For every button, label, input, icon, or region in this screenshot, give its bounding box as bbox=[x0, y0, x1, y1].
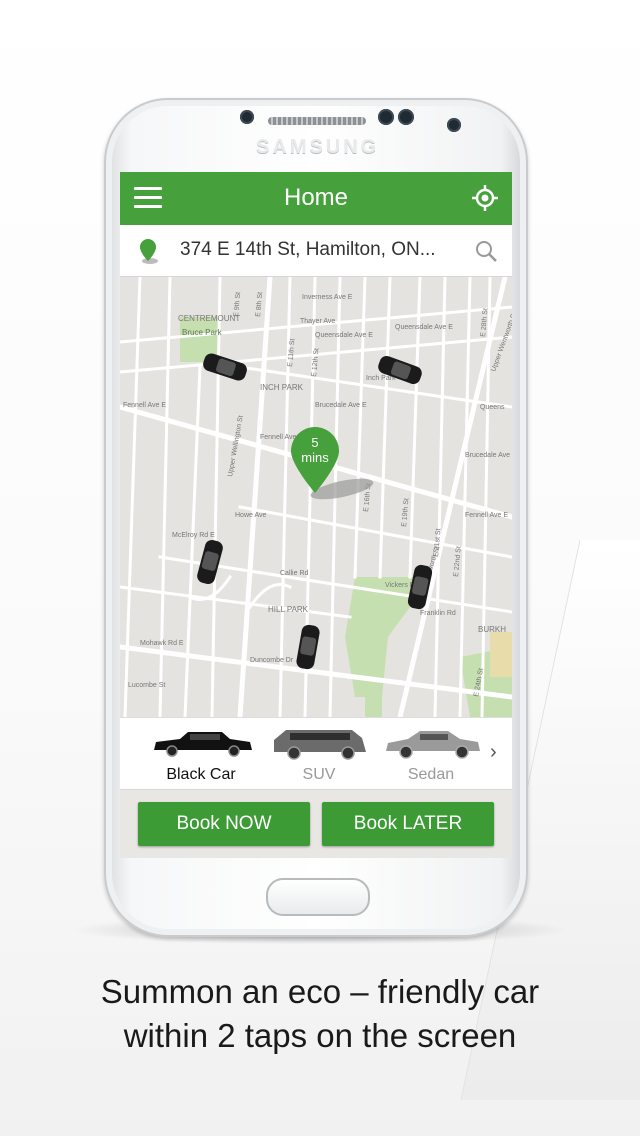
map-label: McElroy Rd E bbox=[172, 532, 215, 539]
map-label: Inverness Ave E bbox=[302, 294, 353, 301]
eta-unit: mins bbox=[301, 450, 329, 465]
car-type-label: SUV bbox=[302, 766, 336, 783]
map-label: Lucombe St bbox=[128, 682, 165, 689]
earpiece-speaker bbox=[268, 117, 366, 125]
map-label: Howe Ave bbox=[235, 512, 266, 519]
map-label: Mohawk Rd E bbox=[140, 640, 184, 647]
map-label: Queensdale Ave E bbox=[395, 324, 453, 331]
map-label: Callie Rd bbox=[280, 570, 309, 577]
car-type-label: Sedan bbox=[407, 766, 455, 783]
device-home-button bbox=[266, 878, 370, 916]
map-label: Queensdale Ave E bbox=[315, 332, 373, 339]
location-pin-icon bbox=[140, 239, 158, 264]
search-icon[interactable] bbox=[474, 239, 498, 263]
address-search-bar[interactable]: 374 E 14th St, Hamilton, ON... bbox=[120, 225, 512, 277]
map-label: Brucedale Ave E bbox=[315, 402, 367, 409]
sedan-icon bbox=[386, 731, 480, 759]
eta-value: 5 bbox=[311, 435, 318, 450]
app-header: Home bbox=[120, 172, 512, 225]
map-label: INCH PARK bbox=[260, 383, 304, 392]
map-label: Duncombe Dr bbox=[250, 657, 294, 664]
limousine-icon bbox=[154, 732, 252, 757]
app-screen: Home 374 E 14th St, Hamilton, ON... CENT… bbox=[120, 172, 512, 858]
car-type-sedan[interactable]: Sedan bbox=[372, 718, 490, 790]
hamburger-menu-icon[interactable] bbox=[134, 187, 162, 209]
map-label: CENTREMOUNT bbox=[178, 314, 240, 323]
car-type-black-car[interactable]: Black Car bbox=[142, 718, 260, 790]
promo-caption: Summon an eco – friendly car within 2 ta… bbox=[0, 970, 640, 1058]
page-title: Home bbox=[283, 184, 349, 211]
suv-icon bbox=[274, 730, 366, 760]
book-now-button[interactable]: Book NOW bbox=[138, 802, 310, 846]
map-label: HILL PARK bbox=[268, 605, 309, 614]
map-view[interactable]: CENTREMOUNT Bruce Park Inverness Ave E T… bbox=[120, 277, 512, 717]
front-camera-icon bbox=[447, 118, 461, 132]
map-label: Thayer Ave bbox=[300, 318, 335, 325]
address-text[interactable]: 374 E 14th St, Hamilton, ON... bbox=[180, 239, 436, 261]
phone-device: SAMSUNG Home 374 E 14th St, Hamilton, ON… bbox=[104, 98, 528, 937]
sensor-icon bbox=[398, 109, 414, 125]
map-label: Fennell Ave E bbox=[123, 402, 166, 409]
car-type-label: Black Car bbox=[166, 766, 236, 783]
map-label: Fennell Ave E bbox=[465, 512, 508, 519]
map-label: BURKH bbox=[478, 625, 506, 634]
crosshair-locate-icon[interactable] bbox=[472, 185, 498, 211]
caption-line-1: Summon an eco – friendly car bbox=[100, 973, 540, 1010]
caption-line-2: within 2 taps on the screen bbox=[123, 1017, 517, 1054]
chevron-right-icon[interactable]: › bbox=[490, 742, 504, 762]
car-type-selector: Black Car SUV Sedan › bbox=[120, 717, 512, 790]
booking-bar: Book NOW Book LATER bbox=[120, 789, 512, 858]
book-later-button[interactable]: Book LATER bbox=[322, 802, 494, 846]
sensor-icon bbox=[378, 109, 394, 125]
map-label: Bruce Park bbox=[182, 328, 223, 337]
device-brand-logo: SAMSUNG bbox=[256, 136, 380, 158]
map-label: Queens bbox=[480, 404, 505, 411]
map-label: Franklin Rd bbox=[420, 610, 456, 617]
map-label: Brucedale Ave E bbox=[465, 452, 512, 459]
sensor-icon bbox=[240, 110, 254, 124]
car-type-suv[interactable]: SUV bbox=[260, 718, 378, 790]
